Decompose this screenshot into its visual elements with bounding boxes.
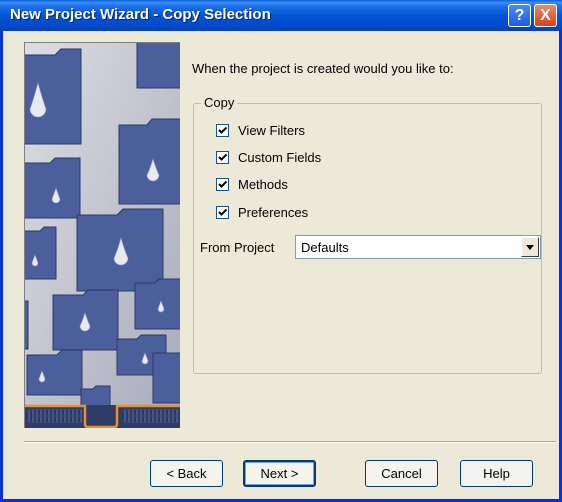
view-filters-option[interactable]: View Filters [216, 122, 305, 138]
next-button[interactable]: Next > [243, 460, 316, 487]
preferences-label: Preferences [238, 204, 309, 220]
custom-fields-label: Custom Fields [238, 149, 322, 165]
wizard-window: New Project Wizard - Copy Selection ? X [0, 0, 562, 502]
from-project-label: From Project [200, 240, 275, 255]
from-project-select[interactable]: Defaults [295, 235, 541, 259]
methods-checkbox[interactable] [216, 177, 229, 191]
view-filters-label: View Filters [238, 122, 305, 138]
wizard-side-image [24, 42, 180, 428]
help-icon[interactable]: ? [508, 4, 531, 27]
custom-fields-option[interactable]: Custom Fields [216, 149, 321, 165]
methods-label: Methods [238, 176, 288, 192]
methods-option[interactable]: Methods [216, 176, 288, 192]
copy-group-legend: Copy [201, 95, 238, 110]
close-icon[interactable]: X [534, 4, 557, 27]
preferences-checkbox[interactable] [216, 205, 229, 219]
button-separator [24, 441, 556, 443]
back-button[interactable]: < Back [150, 460, 223, 487]
preferences-option[interactable]: Preferences [216, 204, 308, 220]
from-project-value: Defaults [301, 240, 349, 255]
view-filters-checkbox[interactable] [216, 123, 229, 137]
intro-text: When the project is created would you li… [192, 61, 454, 76]
title-bar[interactable]: New Project Wizard - Copy Selection ? X [0, 0, 562, 31]
custom-fields-checkbox[interactable] [216, 150, 229, 164]
window-title: New Project Wizard - Copy Selection [10, 6, 271, 23]
help-button[interactable]: Help [460, 460, 533, 487]
chevron-down-icon[interactable] [521, 237, 539, 257]
cancel-button[interactable]: Cancel [365, 460, 438, 487]
